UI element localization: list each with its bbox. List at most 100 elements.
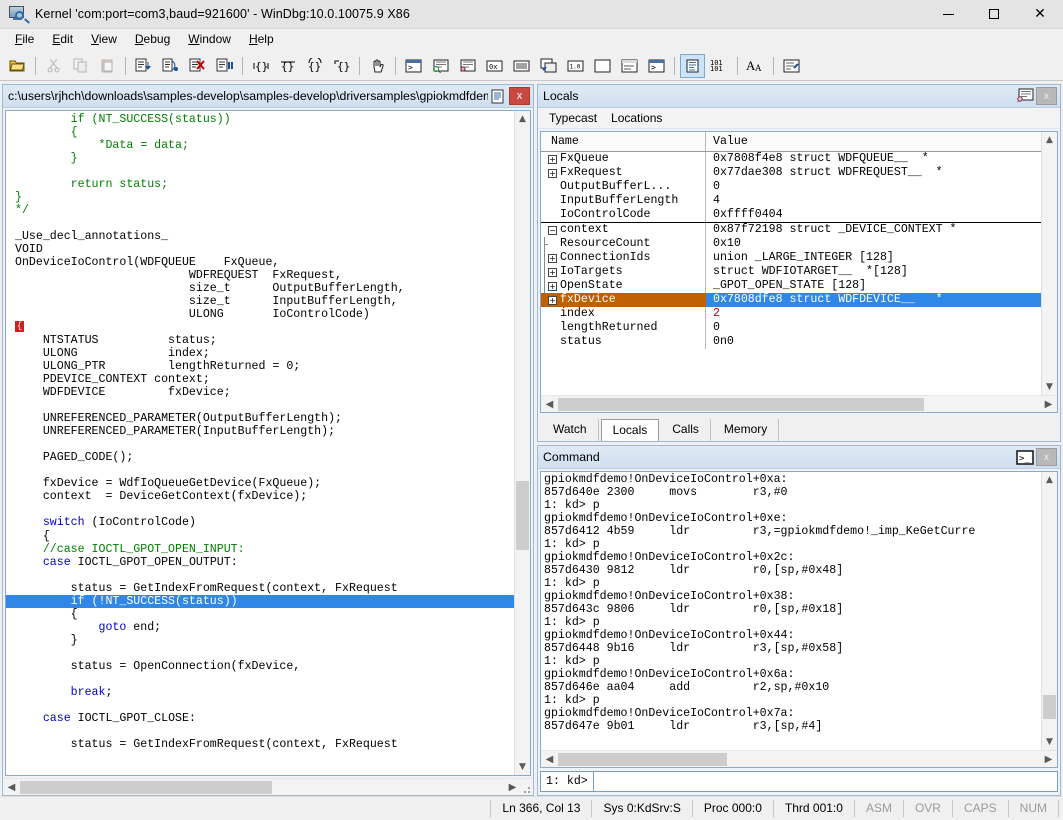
source-line[interactable]: VOID	[6, 243, 514, 256]
call-stack-window-icon[interactable]	[536, 54, 561, 78]
source-line[interactable]: OnDeviceIoControl(WDFQUEUE FxQueue,	[6, 256, 514, 269]
scroll-left-arrow-icon[interactable]: ◀	[541, 396, 558, 413]
open-source-file-icon[interactable]	[5, 54, 30, 78]
menu-edit[interactable]: Edit	[43, 30, 82, 49]
scratch-pad-icon[interactable]	[590, 54, 615, 78]
source-line[interactable]	[6, 503, 514, 516]
scroll-down-arrow-icon[interactable]: ▼	[515, 759, 530, 775]
source-line[interactable]	[6, 438, 514, 451]
numbers-101-icon[interactable]: 101 101	[707, 54, 732, 78]
locals-row-value-cell[interactable]: union _LARGE_INTEGER [128]	[706, 251, 1041, 265]
source-line[interactable]: PAGED_CODE();	[6, 451, 514, 464]
step-out-icon[interactable]: {}	[329, 54, 354, 78]
source-line[interactable]: {	[6, 608, 514, 621]
source-line[interactable]	[6, 165, 514, 178]
locals-horizontal-scrollbar[interactable]: ◀ ▶	[541, 395, 1057, 412]
locals-row-name-cell[interactable]: lengthReturned	[541, 321, 706, 335]
source-horizontal-scrollbar[interactable]: ◀ ▶	[3, 778, 533, 795]
source-code-text[interactable]: if (NT_SUCCESS(status)) { *Data = data; …	[6, 111, 514, 775]
source-line[interactable]: ULONG index;	[6, 347, 514, 360]
locals-row-value-cell[interactable]: 0n0	[706, 335, 1041, 349]
locals-row[interactable]: IoControlCode 0xffff0404	[541, 208, 1041, 222]
expand-plus-icon[interactable]: +	[548, 253, 557, 263]
locals-row[interactable]: + FxRequest 0x77dae308 struct WDFREQUEST__…	[541, 166, 1041, 180]
menu-file[interactable]: File	[6, 30, 43, 49]
command-output-text[interactable]: gpiokmdfdemo!OnDeviceIoControl+0xa: 857d6…	[541, 472, 1041, 750]
source-line[interactable]: case IOCTL_GPOT_OPEN_OUTPUT:	[6, 556, 514, 569]
source-line[interactable]: status = OpenConnection(fxDevice,	[6, 660, 514, 673]
locals-row[interactable]: + OpenState _GPOT_OPEN_STATE [128]	[541, 279, 1041, 293]
source-editor[interactable]: if (NT_SUCCESS(status)) { *Data = data; …	[5, 110, 531, 776]
source-hscroll-track[interactable]	[20, 779, 504, 796]
locals-window-close-button[interactable]: x	[1036, 87, 1057, 105]
scroll-right-arrow-icon[interactable]: ▶	[504, 779, 521, 796]
command-hscroll-thumb[interactable]	[558, 752, 727, 766]
go-icon[interactable]: {}	[248, 54, 273, 78]
command-vertical-scrollbar[interactable]: ▲ ▼	[1041, 472, 1057, 750]
scroll-left-arrow-icon[interactable]: ◀	[3, 779, 20, 796]
source-line[interactable]: context = DeviceGetContext(fxDevice);	[6, 490, 514, 503]
scroll-left-arrow-icon[interactable]: ◀	[541, 751, 558, 768]
source-hscroll-thumb[interactable]	[20, 780, 272, 794]
source-vertical-scrollbar[interactable]: ▲ ▼	[514, 111, 530, 775]
locals-row-value-cell[interactable]: 2	[706, 307, 1041, 321]
locals-row-name-cell[interactable]: + ConnectionIds	[541, 251, 706, 265]
locals-row-name-cell[interactable]: + FxQueue	[541, 152, 706, 166]
restore-window-icon[interactable]	[488, 87, 507, 106]
step-into-icon[interactable]	[131, 54, 156, 78]
source-line[interactable]: WDFDEVICE fxDevice;	[6, 386, 514, 399]
scroll-right-arrow-icon[interactable]: ▶	[1040, 396, 1057, 413]
source-line[interactable]: size_t OutputBufferLength,	[6, 282, 514, 295]
locals-row-name-cell[interactable]: OutputBufferL...	[541, 180, 706, 194]
locals-row[interactable]: + ConnectionIds union _LARGE_INTEGER [128]	[541, 251, 1041, 265]
locals-row[interactable]: InputBufferLength 4	[541, 194, 1041, 208]
source-line[interactable]: break;	[6, 686, 514, 699]
source-line[interactable]: */	[6, 204, 514, 217]
close-button[interactable]: ✕	[1017, 0, 1063, 29]
locals-row-name-cell[interactable]: status	[541, 335, 706, 349]
locals-row-value-cell[interactable]: 0x87f72198 struct _DEVICE_CONTEXT *	[706, 223, 1041, 237]
locals-row-name-cell[interactable]: + fxDevice	[541, 293, 706, 307]
breakpoint-marker-icon[interactable]: {	[15, 321, 24, 333]
locals-row-value-cell[interactable]: 4	[706, 194, 1041, 208]
processes-threads-icon[interactable]	[617, 54, 642, 78]
locals-hscroll-thumb[interactable]	[558, 397, 925, 411]
command-prompt-icon[interactable]: >_	[1015, 448, 1034, 467]
locals-row[interactable]: − context 0x87f72198 struct _DEVICE_CONTEX…	[541, 222, 1041, 237]
source-line[interactable]: WDFREQUEST FxRequest,	[6, 269, 514, 282]
locals-row[interactable]: index 2	[541, 307, 1041, 321]
source-line[interactable]: goto end;	[6, 621, 514, 634]
break-hand-icon[interactable]	[365, 54, 390, 78]
scroll-up-arrow-icon[interactable]: ▲	[515, 111, 530, 127]
menu-debug[interactable]: Debug	[126, 30, 179, 49]
scroll-down-arrow-icon[interactable]: ▼	[1042, 379, 1057, 395]
source-vscroll-track[interactable]	[515, 127, 530, 759]
locals-row-name-cell[interactable]: index	[541, 307, 706, 321]
source-line[interactable]: if (NT_SUCCESS(status))	[6, 113, 514, 126]
locals-hscroll-track[interactable]	[558, 396, 1040, 413]
source-line[interactable]: }	[6, 152, 514, 165]
source-line[interactable]: }	[6, 634, 514, 647]
source-line[interactable]: {	[6, 126, 514, 139]
break-icon[interactable]	[212, 54, 237, 78]
source-vscroll-thumb[interactable]	[516, 480, 529, 551]
step-over-icon[interactable]	[158, 54, 183, 78]
command-horizontal-scrollbar[interactable]: ◀ ▶	[541, 750, 1057, 767]
locals-row-name-cell[interactable]: + IoTargets	[541, 265, 706, 279]
command-hscroll-track[interactable]	[558, 751, 1040, 768]
locals-menu-typecast[interactable]: Typecast	[542, 109, 604, 127]
source-line[interactable]	[6, 217, 514, 230]
source-line[interactable]: _Use_decl_annotations_	[6, 230, 514, 243]
source-line[interactable]: status = GetIndexFromRequest(context, Fx…	[6, 738, 514, 751]
source-line[interactable]: status = GetIndexFromRequest(context, Fx…	[6, 582, 514, 595]
run-to-cursor-icon[interactable]: {}	[275, 54, 300, 78]
locals-row-name-cell[interactable]: InputBufferLength	[541, 194, 706, 208]
locals-row-name-cell[interactable]: − context	[541, 223, 706, 237]
locals-row-name-cell[interactable]: + OpenState	[541, 279, 706, 293]
source-line-highlighted[interactable]: if (!NT_SUCCESS(status))	[6, 594, 514, 608]
scroll-up-arrow-icon[interactable]: ▲	[1042, 472, 1057, 488]
locals-menu-locations[interactable]: Locations	[604, 109, 669, 127]
resize-grip[interactable]	[521, 779, 533, 796]
locals-row-value-cell[interactable]: 0x77dae308 struct WDFREQUEST__ *	[706, 166, 1041, 180]
registers-window-icon[interactable]: 0x	[482, 54, 507, 78]
